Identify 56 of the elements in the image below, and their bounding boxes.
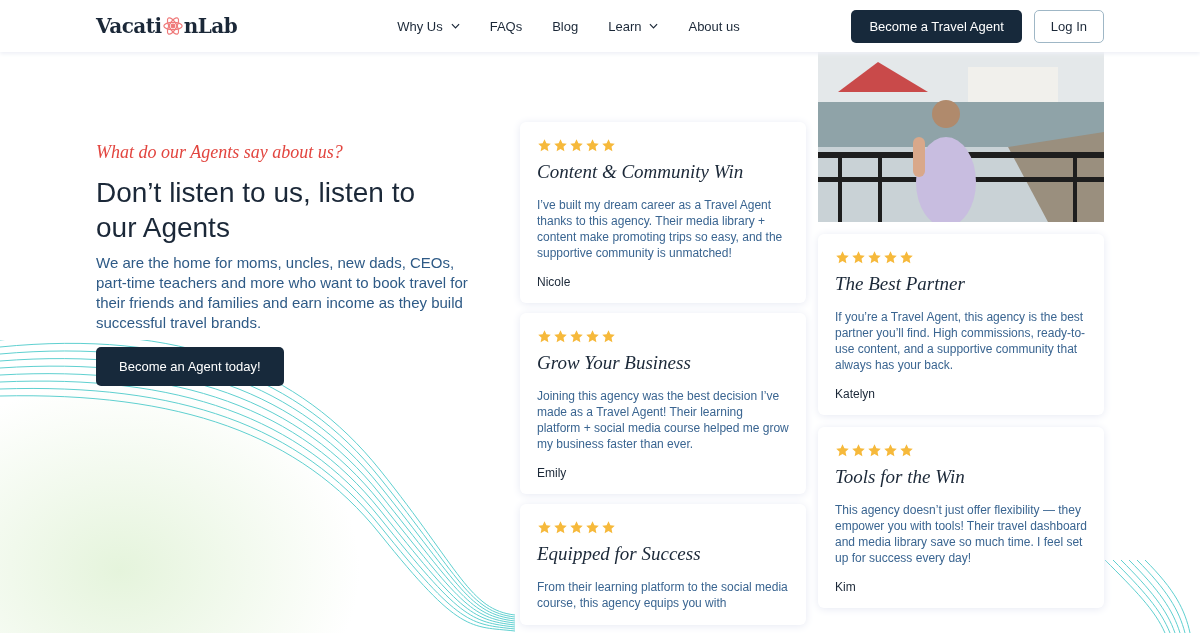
star-icon [899, 250, 914, 265]
card-title: Content & Community Win [537, 161, 745, 183]
star-icon [585, 520, 600, 535]
become-agent-button[interactable]: Become a Travel Agent [851, 9, 1022, 43]
star-icon [537, 520, 552, 535]
star-icon [553, 329, 568, 344]
testimonial-quote: From their learning platform to the social media course, this agency equips you with [537, 579, 789, 611]
testimonial-quote: This agency doesn’t just offer flexibility — they empower you with tools! Their travel dashboard and media library save so much time. I feel set up for success every day! [835, 502, 1087, 566]
star-icon [585, 329, 600, 344]
star-icon [883, 443, 898, 458]
logo-text: nLab [183, 14, 238, 38]
card-title: Equipped for Success [537, 543, 702, 565]
star-icon [537, 138, 552, 153]
testimonial-quote: I’ve built my dream career as a Travel Agent thanks to this agency. Their media library + content make promoting trips so easy, and the supportive community is unmatched! [537, 197, 784, 261]
star-icon [537, 329, 552, 344]
star-icon [851, 250, 866, 265]
star-icon [867, 443, 882, 458]
nav-link[interactable]: Why Us [397, 18, 460, 34]
star-icon [569, 138, 584, 153]
logo-text: Vacati [96, 14, 162, 38]
star-icon [835, 250, 850, 265]
testimonial-quote: If you’re a Travel Agent, this agency is the best partner you’ll find. High commissions, ready-to-use content, and a supportive community that always has your back. [835, 309, 1087, 373]
nav-link[interactable]: Learn [608, 18, 659, 34]
star-icon [899, 443, 914, 458]
author-name: Nicole [537, 275, 572, 289]
section-heading: Don’t listen to us, listen to our Agents [96, 176, 417, 245]
card-title: Tools for the Win [835, 466, 966, 488]
nav-link[interactable]: About us [688, 18, 740, 34]
star-icon [553, 138, 568, 153]
chevron-down-icon [649, 23, 659, 29]
author-name: Kim [835, 580, 857, 594]
card-title: Grow Your Business [537, 352, 692, 374]
star-icon [569, 329, 584, 344]
star-icon [553, 520, 568, 535]
star-icon [601, 520, 616, 535]
star-icon [569, 520, 584, 535]
star-icon [867, 250, 882, 265]
author-name: Emily [537, 466, 568, 480]
atom-icon [161, 15, 184, 37]
star-icon [601, 329, 616, 344]
testimonial-quote: Joining this agency was the best decision I’ve made as a Travel Agent! Their learning platform + social media course helped me grow my business faster than ever. [537, 388, 789, 452]
logo[interactable]: Vacati nLab [96, 14, 238, 38]
nav-link[interactable]: FAQs [489, 18, 523, 34]
star-icon [601, 138, 616, 153]
star-icon [585, 138, 600, 153]
cta-button[interactable]: Become an Agent today! [96, 347, 284, 386]
star-icon [883, 250, 898, 265]
star-icon [851, 443, 866, 458]
section-description: We are the home for moms, uncles, new dads, CEOs, part-time teachers and more who want to book travel for their friends and families and earn income as they build successful travel brands. [96, 253, 469, 333]
login-button[interactable]: Log In [1033, 9, 1104, 43]
section-eyebrow: What do our Agents say about us? [96, 142, 344, 163]
author-name: Katelyn [835, 387, 877, 401]
chevron-down-icon [450, 23, 460, 29]
star-icon [835, 443, 850, 458]
nav-link[interactable]: Blog [552, 18, 579, 34]
card-title: The Best Partner [835, 273, 966, 295]
